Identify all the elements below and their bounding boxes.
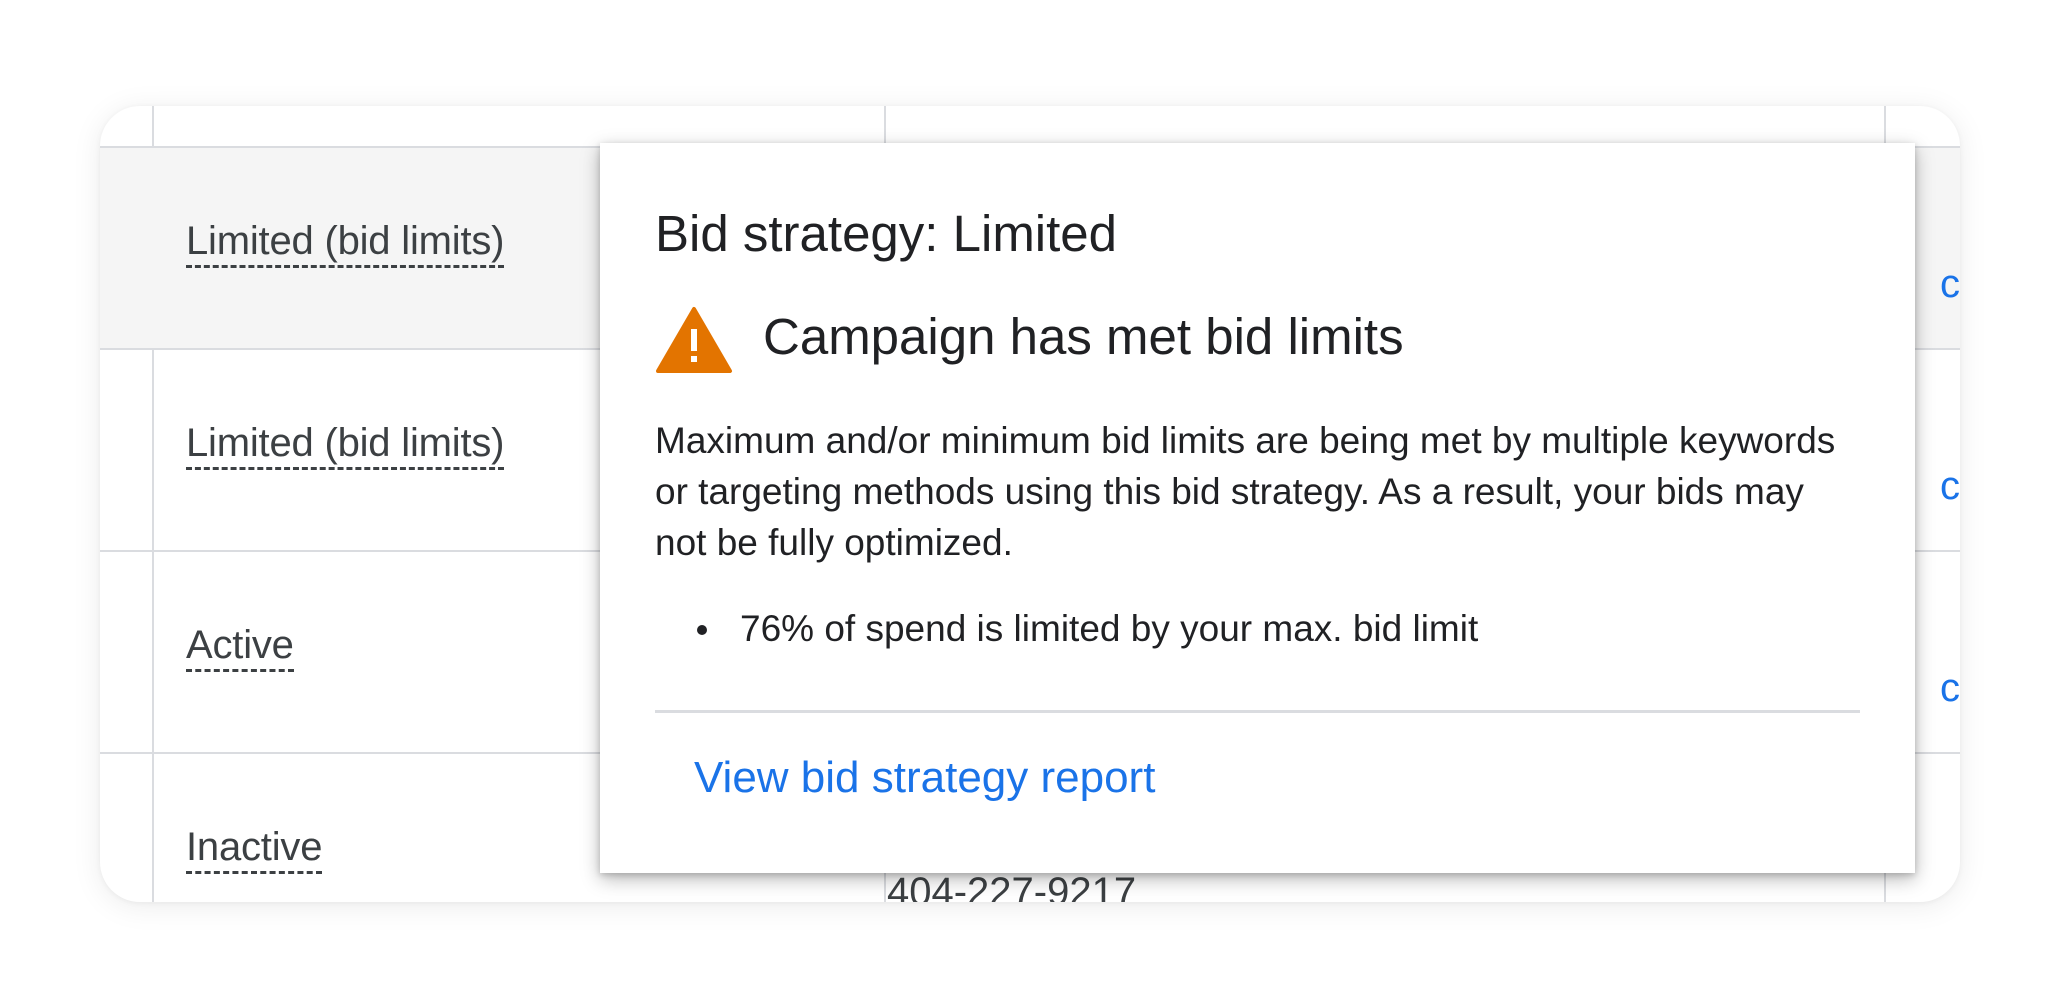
status-label[interactable]: Active	[186, 622, 294, 672]
status-label[interactable]: Limited (bid limits)	[186, 218, 504, 268]
bid-strategy-popup: Bid strategy: Limited Campaign has met b…	[600, 143, 1915, 873]
bullet-list: 76% of spend is limited by your max. bid…	[697, 603, 1479, 654]
phone-number: 404-227-9217	[887, 870, 1137, 902]
row-link-fragment[interactable]: c	[1940, 262, 1960, 307]
status-label[interactable]: Limited (bid limits)	[186, 420, 504, 470]
warning-heading: Campaign has met bid limits	[763, 308, 1404, 365]
popup-title: Bid strategy: Limited	[655, 205, 1118, 262]
bullet-text: 76% of spend is limited by your max. bid…	[740, 608, 1479, 649]
view-bid-strategy-report-link[interactable]: View bid strategy report	[694, 750, 1155, 806]
divider	[655, 710, 1860, 713]
row-link-fragment[interactable]: c	[1940, 464, 1960, 509]
row-link-fragment[interactable]: c	[1940, 666, 1960, 711]
status-label[interactable]: Inactive	[186, 824, 322, 874]
bullet-dot	[697, 625, 707, 635]
description-text: Maximum and/or minimum bid limits are be…	[655, 420, 1836, 563]
warning-triangle-icon	[656, 307, 732, 373]
